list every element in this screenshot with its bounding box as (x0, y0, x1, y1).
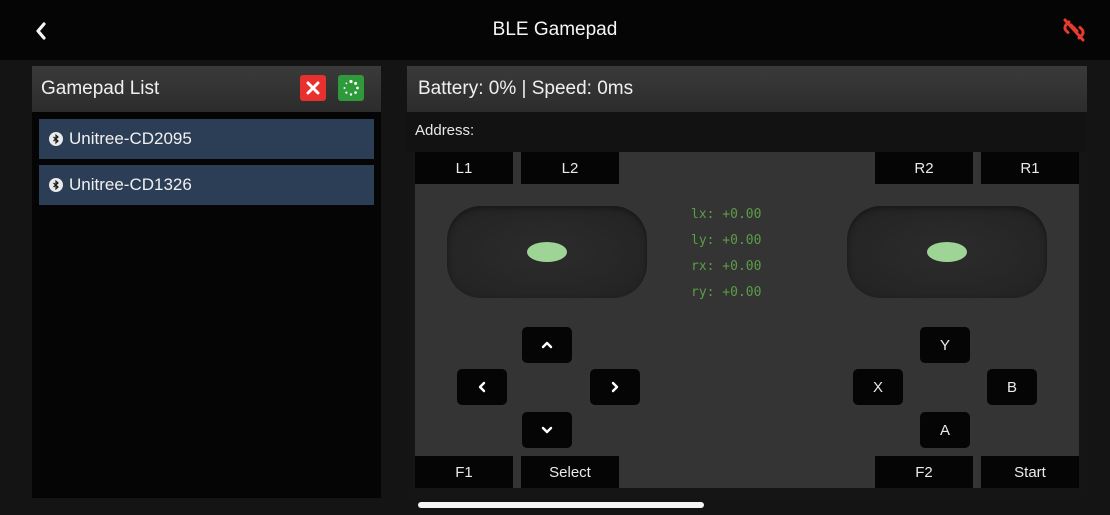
f2-button[interactable]: F2 (875, 456, 973, 488)
device-name: Unitree-CD1326 (69, 175, 192, 194)
gamepad-area: L1 L2 R2 R1 lx: +0.00 ly: +0.00 rx: +0.0… (415, 152, 1079, 488)
x-icon (306, 81, 320, 95)
dpad-up-button[interactable] (522, 327, 572, 363)
left-joystick-knob[interactable] (527, 242, 567, 262)
right-joystick-knob[interactable] (927, 242, 967, 262)
readout-ry: ry: +0.00 (691, 285, 762, 300)
axis-readout: lx: +0.00 ly: +0.00 rx: +0.00 ry: +0.00 (691, 202, 761, 306)
nav-bar: BLE Gamepad (0, 0, 1110, 60)
b-button[interactable]: B (987, 369, 1037, 405)
status-header: Battery: 0% | Speed: 0ms (407, 66, 1087, 112)
home-indicator (418, 502, 704, 508)
address-label: Address: (407, 112, 1087, 152)
device-item-cd2095[interactable]: Unitree-CD2095 (39, 119, 374, 159)
bluetooth-icon (49, 178, 63, 192)
spinner-icon (343, 79, 359, 96)
x-button[interactable]: X (853, 369, 903, 405)
gamepad-list-panel: Gamepad List Unitree-CD2095 Unitree-CD13… (32, 66, 381, 498)
r2-button[interactable]: R2 (875, 152, 973, 184)
gamepad-panel: Battery: 0% | Speed: 0ms Address: L1 L2 … (407, 66, 1087, 498)
chevron-up-icon (541, 341, 553, 349)
chevron-down-icon (541, 426, 553, 434)
right-joystick[interactable] (847, 206, 1047, 298)
readout-lx: lx: +0.00 (691, 207, 762, 222)
f1-button[interactable]: F1 (415, 456, 513, 488)
readout-rx: rx: +0.00 (691, 259, 762, 274)
a-button[interactable]: A (920, 412, 970, 448)
left-joystick[interactable] (447, 206, 647, 298)
clear-list-button[interactable] (300, 75, 326, 101)
scan-button[interactable] (338, 75, 364, 101)
page-title: BLE Gamepad (492, 19, 618, 40)
r1-button[interactable]: R1 (981, 152, 1079, 184)
gamepad-list-title: Gamepad List (41, 78, 160, 99)
device-name: Unitree-CD2095 (69, 129, 192, 148)
dpad-left-button[interactable] (457, 369, 507, 405)
readout-ly: ly: +0.00 (691, 233, 762, 248)
disconnect-button[interactable] (1060, 16, 1088, 44)
dpad-down-button[interactable] (522, 412, 572, 448)
y-button[interactable]: Y (920, 327, 970, 363)
device-item-cd1326[interactable]: Unitree-CD1326 (39, 165, 374, 205)
gamepad-list-header: Gamepad List (32, 66, 381, 112)
bluetooth-icon (49, 132, 63, 146)
dpad-right-button[interactable] (590, 369, 640, 405)
select-button[interactable]: Select (521, 456, 619, 488)
start-button[interactable]: Start (981, 456, 1079, 488)
device-list: Unitree-CD2095 Unitree-CD1326 (32, 112, 381, 205)
l2-button[interactable]: L2 (521, 152, 619, 184)
chevron-right-icon (611, 381, 619, 393)
chevron-left-icon (478, 381, 486, 393)
link-broken-icon (1063, 18, 1085, 42)
l1-button[interactable]: L1 (415, 152, 513, 184)
